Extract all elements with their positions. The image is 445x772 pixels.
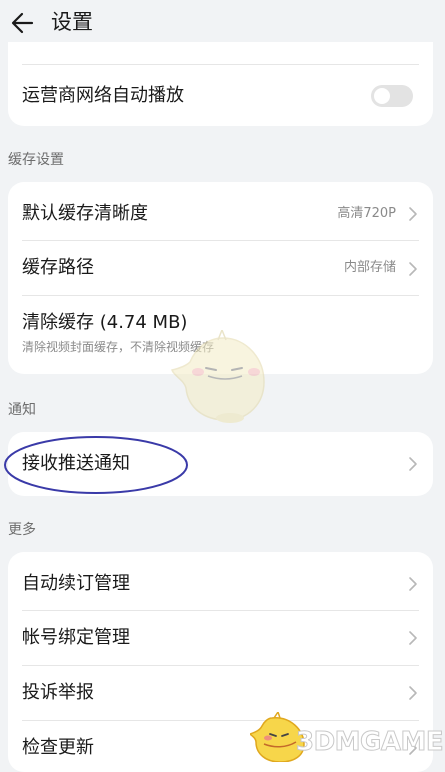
default-cache-quality-label: 默认缓存清晰度	[22, 203, 148, 224]
back-button[interactable]	[6, 6, 40, 40]
page-title: 设置	[51, 10, 93, 34]
cache-path-label: 缓存路径	[22, 257, 94, 278]
cache-path-row[interactable]: 缓存路径 内部存储	[8, 241, 433, 295]
chevron-right-icon	[409, 631, 417, 645]
autoplay-toggle[interactable]	[371, 85, 413, 107]
auto-renew-row[interactable]: 自动续订管理	[8, 552, 433, 610]
report-row[interactable]: 投诉举报	[8, 666, 433, 720]
chevron-right-icon	[409, 457, 417, 471]
section-title-more: 更多	[8, 522, 36, 538]
mascot-watermark	[171, 330, 265, 423]
chevron-right-icon	[409, 577, 417, 591]
cache-path-value: 内部存储	[343, 260, 396, 275]
playback-settings-card: 运营商网络自动播放	[8, 42, 433, 126]
account-binding-label: 帐号绑定管理	[22, 627, 130, 648]
highlight-ellipse	[4, 436, 188, 494]
toggle-knob	[374, 88, 390, 104]
default-cache-quality-row[interactable]: 默认缓存清晰度 高清720P	[8, 182, 433, 240]
arrow-left-icon	[11, 12, 34, 34]
clear-cache-label: 清除缓存 (4.74 MB)	[22, 312, 188, 333]
auto-renew-label: 自动续订管理	[22, 573, 130, 594]
top-bar: 设置	[0, 0, 445, 46]
default-cache-quality-value: 高清720P	[337, 206, 396, 221]
account-binding-row[interactable]: 帐号绑定管理	[8, 611, 433, 665]
autoplay-row[interactable]: 运营商网络自动播放	[8, 65, 433, 126]
report-label: 投诉举报	[22, 682, 94, 703]
watermark-text: 3DMGAME	[295, 727, 444, 758]
chevron-right-icon	[409, 207, 417, 221]
section-title-cache: 缓存设置	[8, 152, 64, 168]
chevron-right-icon	[409, 262, 417, 276]
chevron-right-icon	[409, 686, 417, 700]
check-update-label: 检查更新	[22, 737, 94, 758]
autoplay-label: 运营商网络自动播放	[22, 85, 184, 106]
section-title-notify: 通知	[8, 402, 36, 418]
